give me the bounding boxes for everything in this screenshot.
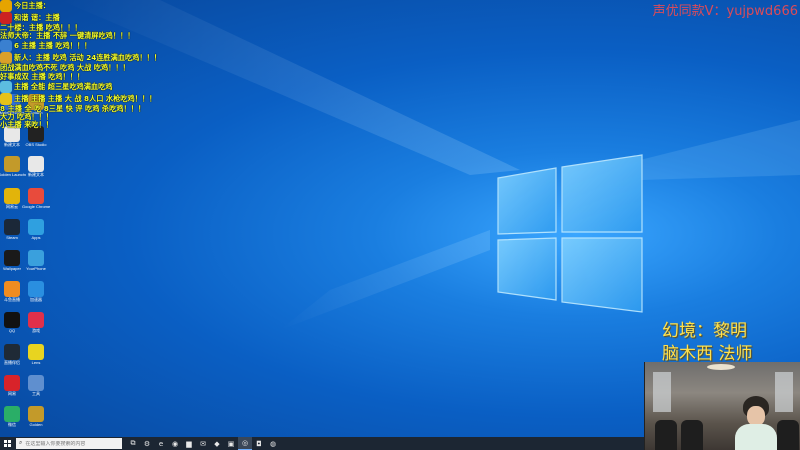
taskbar-task-view-button[interactable]: ⧉ <box>126 437 140 450</box>
chat-avatar-icon <box>0 80 12 93</box>
chat-message-text: 好事成双 主播 吃鸡！！！ <box>0 71 85 81</box>
desktop-icon[interactable]: 网易 <box>0 375 24 405</box>
app-icon <box>4 156 20 172</box>
desktop-icon-label: OBS Studio <box>25 142 47 147</box>
chat-message: 小主播 来吃！！ <box>0 121 175 129</box>
tool-icon <box>28 375 44 391</box>
taskbar-browser-button[interactable]: ◍ <box>266 437 280 450</box>
desktop-icon-label: YourPhone <box>26 266 46 271</box>
netease-icon <box>4 375 20 391</box>
taskbar-file-explorer-button[interactable]: ▆ <box>182 437 196 450</box>
desktop-icon[interactable]: QQ <box>0 312 24 342</box>
chat-message: 主播 全能 超三星吃鸡满血吃鸡 <box>0 80 175 93</box>
streamer-face <box>747 406 765 426</box>
taskbar-edge-2-button[interactable]: ◉ <box>168 437 182 450</box>
desktop-icon[interactable]: 新建文本 <box>24 156 48 186</box>
windows-start-icon <box>3 440 11 447</box>
chat-message-text: 新人：主播 吃鸡 活动 24连胜满血吃鸡！！！ <box>14 53 161 63</box>
desktop-icon[interactable]: OBS Studio <box>24 126 48 156</box>
desktop-icon[interactable]: 新建文本 <box>0 126 24 156</box>
desktop-icon-label: Lens <box>31 360 41 365</box>
chat-message-text: 和谐 谐：主播 <box>14 13 60 22</box>
fish-icon <box>4 281 20 297</box>
webcam-feed <box>644 362 800 450</box>
file-icon <box>28 156 44 172</box>
desktop-icon[interactable]: 加速器 <box>24 281 48 311</box>
chair <box>681 420 703 450</box>
chat-message-text: 法师大帝：主播 不辞 一键清屏吃鸡！！！ <box>0 31 135 41</box>
start-button[interactable] <box>0 437 14 450</box>
room-window <box>775 372 793 412</box>
overlay-line-1: 幻境：黎明 <box>662 321 747 341</box>
taskbar-apps: ⧉ ⚙ e ◉ ▆ ✉ ◆ ▣ ◎ ◘ ◍ <box>126 437 280 450</box>
chat-overlay: 今日主播： 和谐 谐：主播 二十楼：主播 吃鸡！！！ 法师大帝：主播 不辞 一键清屏… <box>0 0 175 129</box>
chair <box>655 420 677 450</box>
chat-message-text: 今日主播： <box>14 1 50 10</box>
desktop-icon[interactable]: YourPhone <box>24 250 48 280</box>
search-input[interactable] <box>25 440 116 447</box>
taskbar: ⌕ ⧉⚙e◉▆✉◆▣◎◘◍ <box>0 437 644 450</box>
streamer-body <box>735 424 777 450</box>
stream-overlay-text: 幻境：黎明 脑木西 法师 <box>662 320 752 366</box>
watermark-text: 声优同款V：yujpwd666 <box>652 4 798 19</box>
chrome-icon <box>28 188 44 204</box>
desktop-icon-label: Google Chrome <box>22 204 50 209</box>
qq-icon <box>4 312 20 328</box>
desktop-icon[interactable]: 斗鱼直播 <box>0 281 24 311</box>
chat-message: 6 主播 主播 吃鸡！！！ <box>0 40 175 53</box>
windows-logo <box>480 150 660 320</box>
desktop-icon[interactable]: Apps <box>24 219 48 249</box>
lens-icon <box>28 344 44 360</box>
rocket-icon <box>28 281 44 297</box>
chat-message: 法师大帝：主播 不辞 一键清屏吃鸡！！！ <box>0 32 175 40</box>
wallpaper-icon <box>4 250 20 266</box>
desktop-icon-label: 加速器 <box>30 297 42 302</box>
chat-message-text: 小主播 来吃！！ <box>0 120 53 130</box>
desktop-icon-label: Apps <box>31 235 41 240</box>
taskbar-chat-app-button[interactable]: ◘ <box>252 437 266 450</box>
search-icon: ⌕ <box>19 440 23 446</box>
chat-message-text: 主播 全能 超三星吃鸡满血吃鸡 <box>14 81 113 91</box>
wechat-icon <box>4 406 20 422</box>
taskbar-obs-button[interactable]: ◎ <box>238 437 252 450</box>
taskbar-app-red-button[interactable]: ▣ <box>224 437 238 450</box>
taskbar-edge-button[interactable]: e <box>154 437 168 450</box>
taskbar-settings-button[interactable]: ⚙ <box>140 437 154 450</box>
room-window <box>653 372 671 412</box>
desktop-icon[interactable]: 网易云 <box>0 188 24 218</box>
desktop-icon[interactable]: 直播伴侣 <box>0 344 24 374</box>
desktop-icon-label: 新建文本 <box>28 172 44 177</box>
chat-message-text: 主播 主播 主播 大 战 8人口 水枪吃鸡！！！ <box>14 93 157 103</box>
desktop-icon[interactable]: Wallpaper <box>0 250 24 280</box>
chair <box>777 420 799 450</box>
chat-message-text: 6 主播 主播 吃鸡！！！ <box>14 41 92 51</box>
chat-message: 今日主播： <box>0 0 175 12</box>
taskbar-app-orange-button[interactable]: ◆ <box>210 437 224 450</box>
desktop-icon[interactable]: Golden Launcher <box>0 156 26 186</box>
chat-avatar-icon <box>0 40 12 53</box>
desktop-icon-label: 工具 <box>32 391 40 396</box>
taskbar-search[interactable]: ⌕ <box>16 438 122 449</box>
camera-icon <box>4 344 20 360</box>
desktop-icon[interactable]: Golden <box>24 406 48 436</box>
phone-icon <box>28 250 44 266</box>
desktop-icon[interactable]: 游戏 <box>24 312 48 342</box>
app-icon <box>28 406 44 422</box>
desktop-icon[interactable]: Steam <box>0 219 24 249</box>
desktop-icon-label: 游戏 <box>32 328 40 333</box>
app-icon <box>28 219 44 235</box>
desktop-icon[interactable]: Google Chrome <box>22 188 50 218</box>
music-icon <box>4 188 20 204</box>
game-icon <box>28 312 44 328</box>
ceiling-lamp <box>707 364 735 370</box>
chat-avatar-icon <box>0 0 12 12</box>
desktop-icon[interactable]: 工具 <box>24 375 48 405</box>
taskbar-mail-button[interactable]: ✉ <box>196 437 210 450</box>
desktop-icon[interactable]: Lens <box>24 344 48 374</box>
steam-icon <box>4 219 20 235</box>
desktop-icon[interactable]: 微信 <box>0 406 24 436</box>
desktop-icon-label: Golden <box>29 422 43 427</box>
chat-message: 好事成双 主播 吃鸡！！！ <box>0 71 175 81</box>
